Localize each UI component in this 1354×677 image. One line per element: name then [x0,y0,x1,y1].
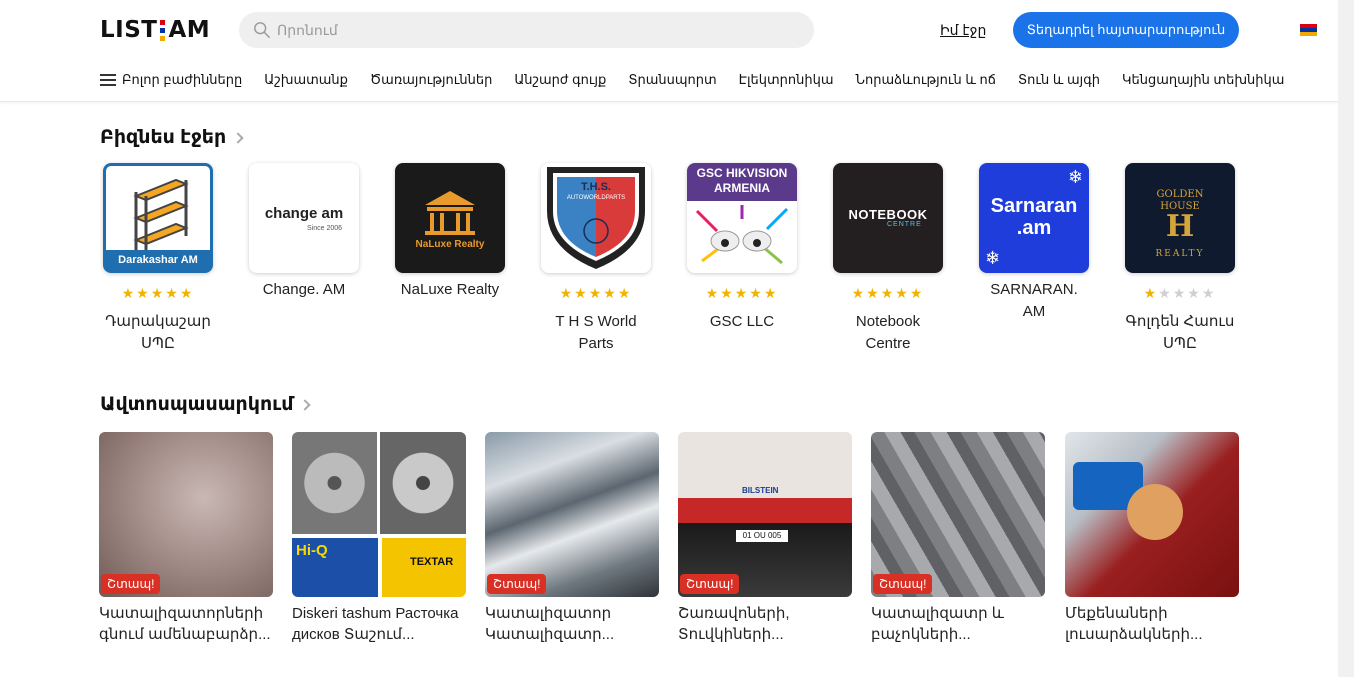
page-scrollbar[interactable] [1338,0,1354,677]
logo-caption: NOTEBOOK [848,207,928,222]
logo-caption: GSC HIKVISION ARMENIA [687,163,797,201]
listing-image: Շտապ! [485,432,659,597]
house-icon: H [1165,209,1195,244]
business-name: Գոլդեն Հաուս ՍՊԸ [1125,313,1235,352]
listing-title: Diskeri tashum Расточка дисков Տաշում... [292,605,459,643]
logo-dots-icon [160,19,166,41]
business-name: SARNARAN. AM [990,281,1078,320]
listing-image [1065,432,1239,597]
business-card[interactable]: NaLuxe Realty NaLuxe Realty [394,163,506,301]
business-name: GSC LLC [709,313,775,330]
business-name: Change. AM [262,281,346,298]
product-box-label: Hi-Q [292,538,378,597]
urgent-badge: Շտապ! [487,574,547,594]
my-page-link[interactable]: Իմ էջը [940,22,986,39]
business-logo: T.H.S. AUTOWORLDPARTS [541,163,651,273]
logo-caption: Darakashar AM [106,250,210,270]
listing-title: Շառավոների, Տուվկիների... [678,605,790,643]
business-logo: change am Since 2006 [249,163,359,273]
autoservice-section-title[interactable]: Ավտոսպասարկում [100,393,312,416]
business-name: Notebook Centre [855,313,921,352]
site-header: LIST AM Իմ էջը Տեղադրել հայտարարություն … [0,0,1338,102]
nav-item-appliances[interactable]: Կենցաղային տեխնիկա [1122,72,1284,88]
logo-caption: Sarnaran .am [990,195,1078,239]
site-logo[interactable]: LIST AM [100,17,210,43]
nav-item-transport[interactable]: Տրանսպորտ [628,72,716,88]
listing-title: Կատալիզատոր Կատալիզատր... [485,605,615,643]
business-section-title[interactable]: Բիզնես էջեր [100,126,244,149]
business-card[interactable]: change am Since 2006 Change. AM [248,163,360,301]
business-name: NaLuxe Realty [400,281,500,298]
snowflake-icon: ❄ [985,248,1001,268]
product-box-label: TEXTAR [382,538,466,597]
nav-item-jobs[interactable]: Աշխատանք [264,72,348,88]
urgent-badge: Շտապ! [680,574,740,594]
business-card[interactable]: Darakashar AM ★★★★★ Դարակաշար ՍՊԸ [102,163,214,355]
nav-item-all-categories[interactable]: Բոլոր բաժինները [122,72,242,88]
business-name: Դարակաշար ՍՊԸ [105,313,211,352]
chevron-right-icon [299,398,312,411]
business-logo: NaLuxe Realty [395,163,505,273]
logo-caption: NaLuxe Realty [415,239,485,250]
menu-icon[interactable] [100,74,116,86]
listing-card[interactable]: Շտապ! Կատալիզատր և բաչոկների... [871,432,1045,645]
snowflake-icon: ❄ [1067,167,1083,187]
listing-image: Hi-Q TEXTAR [292,432,466,597]
business-logo: GSC HIKVISION ARMENIA [687,163,797,273]
listing-image: Շտապ! [99,432,273,597]
business-logo: ❄ ❄ Sarnaran .am [979,163,1089,273]
urgent-badge: Շտապ! [101,574,161,594]
listing-image: Շտապ! [871,432,1045,597]
garage-sign: BILSTEIN [742,486,779,495]
section-title-text: Բիզնես էջեր [100,127,227,148]
business-logo: NOTEBOOK CENTRE [833,163,943,273]
listing-card[interactable]: Hi-Q TEXTAR Diskeri tashum Расточка диск… [292,432,466,645]
logo-text-left: LIST [100,17,158,43]
nav-item-real-estate[interactable]: Անշարժ գույք [514,72,606,88]
logo-caption: change am [264,205,344,222]
nav-item-home-garden[interactable]: Տուն և այգի [1018,72,1100,88]
business-logo: Darakashar AM [103,163,213,273]
listing-card[interactable]: Մեքենաների լուսարձակների... [1065,432,1239,645]
rating-stars: ★★★★★ [121,285,195,301]
logo-subcaption: REALTY [1155,249,1205,259]
rating-stars: ★★★★★ [559,285,633,301]
business-card[interactable]: NOTEBOOK CENTRE ★★★★★ Notebook Centre [832,163,944,355]
rating-stars: ★★★★★ [1143,285,1217,301]
logo-caption: T.H.S. [581,181,611,193]
listing-title: Կատալիզատր և բաչոկների... [871,605,1004,643]
business-card[interactable]: GOLDEN HOUSE H REALTY ★★★★★ Գոլդեն Հաուս… [1124,163,1236,355]
logo-text-right: AM [168,17,211,43]
chevron-right-icon [232,131,244,144]
logo-subcaption: Since 2006 [307,225,343,232]
listing-card[interactable]: Շտապ! Կատալիզատորների գնում ամենաբարձր..… [99,432,273,645]
search-icon [254,22,270,38]
search-bar[interactable] [239,12,814,48]
nav-item-electronics[interactable]: Էլեկտրոնիկա [739,72,834,88]
rating-stars: ★★★★★ [705,285,779,301]
post-ad-button[interactable]: Տեղադրել հայտարարություն [1013,12,1239,48]
polishing-pad [1127,484,1183,540]
language-flag-icon[interactable] [1300,24,1317,36]
business-card[interactable]: GSC HIKVISION ARMENIA ★★★★★ GSC LLC [686,163,798,333]
listing-title: Մեքենաների լուսարձակների... [1065,605,1203,643]
license-plate: 01 OU 005 [736,530,788,542]
listing-title: Կատալիզատորների գնում ամենաբարձր... [99,605,271,643]
logo-subcaption: CENTRE [887,221,922,228]
business-logo: GOLDEN HOUSE H REALTY [1125,163,1235,273]
business-card[interactable]: ❄ ❄ Sarnaran .am SARNARAN. AM [978,163,1090,323]
search-input[interactable] [277,22,797,38]
logo-subcaption: AUTOWORLDPARTS [566,195,626,201]
listing-card[interactable]: Շտապ! Կատալիզատոր Կատալիզատր... [485,432,659,645]
rating-stars: ★★★★★ [851,285,925,301]
section-title-text: Ավտոսպասարկում [100,394,294,415]
business-name: T H S World Parts [555,313,637,352]
listing-image: BILSTEIN 01 OU 005 Շտապ! [678,432,852,597]
business-card[interactable]: T.H.S. AUTOWORLDPARTS ★★★★★ T H S World … [540,163,652,355]
nav-item-fashion[interactable]: Նորաձևություն և ոճ [856,72,996,88]
category-nav: Բոլոր բաժինները Աշխատանք Ծառայություններ… [100,72,1306,88]
urgent-badge: Շտապ! [873,574,933,594]
nav-item-services[interactable]: Ծառայություններ [370,72,492,88]
listing-card[interactable]: BILSTEIN 01 OU 005 Շտապ! Շառավոների, Տու… [678,432,852,645]
